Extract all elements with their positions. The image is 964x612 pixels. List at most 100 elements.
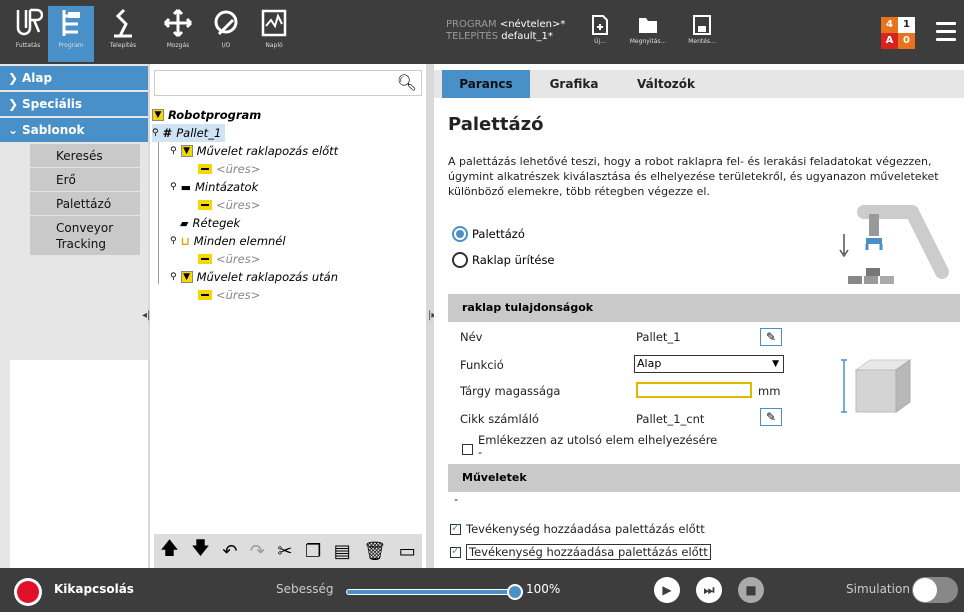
tree-pallet-label: Pallet_1 [176, 126, 222, 140]
tree-node-before[interactable]: ⚲ ▼ Művelet raklapozás előtt [170, 142, 338, 160]
nav-section-templates[interactable]: ⌄ Sablonok [0, 118, 148, 142]
robot-arm-icon [114, 8, 132, 38]
program-tree-panel: 🔍︎ ▼ Robotprogram ⚲ # Pallet_1 ⚲ ▼ Művelet ra… [150, 64, 426, 568]
tree-node-patterns[interactable]: ⚲ ▬ Mintázatok [170, 178, 258, 196]
add-before-checkbox[interactable]: Tevékenység hozzáadása palettázás előtt [450, 521, 705, 536]
paste-icon[interactable]: ▤ [334, 541, 351, 562]
pin-icon: ⚲ [170, 182, 177, 192]
radio-selected-icon [452, 226, 468, 242]
save-label: Mentés... [688, 38, 716, 45]
tab-graphics[interactable]: Grafika [534, 70, 614, 98]
name-label: Név [460, 330, 483, 344]
tab-variables[interactable]: Változók [618, 70, 714, 98]
cut-icon[interactable]: ✂ [278, 541, 293, 562]
speed-slider-track[interactable] [346, 589, 514, 595]
page-title: Palettázó [448, 114, 544, 135]
height-input[interactable] [636, 382, 752, 398]
play-button-icon[interactable]: ▶ [654, 577, 680, 603]
tree-node-root[interactable]: ▼ Robotprogram [152, 106, 261, 124]
add-after-checkbox[interactable]: Tevékenység hozzáadása palettázás előtt [450, 544, 711, 560]
tree-node-empty[interactable]: <üres> [198, 250, 260, 268]
grid-icon: # [162, 126, 173, 140]
status-badge[interactable]: 4 1 A 0 [881, 17, 915, 49]
tree-node-empty[interactable]: <üres> [198, 196, 260, 214]
pin-icon: ⚲ [170, 272, 177, 282]
tree-node-after[interactable]: ⚲ ▼ Művelet raklapozás után [170, 268, 338, 286]
empty-node-icon [198, 254, 212, 264]
tree-after-label: Művelet raklapozás után [196, 270, 338, 284]
copy-icon[interactable]: ❐ [305, 541, 321, 562]
remember-checkbox[interactable]: Emlékezzen az utolsó elem elhelyezésére - [462, 434, 717, 458]
move-down-icon[interactable]: 🡇 [191, 536, 210, 566]
hamburger-menu-icon[interactable] [936, 22, 956, 46]
save-button[interactable]: Mentés... [680, 14, 724, 45]
radio-unselected-icon [452, 252, 468, 268]
tree-patterns-label: Mintázatok [195, 180, 259, 194]
remember-dash: - [478, 445, 483, 459]
power-button-icon[interactable] [14, 578, 42, 606]
nav-item-search[interactable]: Keresés [30, 144, 140, 168]
install-tab-label: Telepítés [109, 42, 137, 49]
function-select[interactable]: Alap ▼ [634, 355, 784, 373]
tree-toolbar: 🡅 🡇 ↶ ↷ ✂ ❐ ▤ 🗑︎ ▭ [154, 534, 422, 568]
chevron-right-icon: ❯ [8, 97, 19, 111]
undo-icon[interactable]: ↶ [222, 541, 237, 562]
nav-item-palletizing[interactable]: Palettázó [30, 192, 140, 216]
nav-item-conveyor-tracking[interactable]: Conveyor Tracking [30, 216, 140, 256]
function-select-value: Alap [637, 357, 662, 370]
simulation-toggle[interactable] [912, 577, 958, 603]
badge-bottom-left: A [881, 33, 898, 49]
tree-node-empty[interactable]: <üres> [198, 160, 260, 178]
search-input[interactable]: 🔍︎ [154, 70, 422, 96]
folder-icon [639, 18, 657, 33]
tree-node-pallet[interactable]: ⚲ # Pallet_1 [152, 124, 226, 142]
add-before-label: Tevékenység hozzáadása palettázás előtt [466, 522, 705, 536]
redo-icon[interactable]: ↷ [250, 541, 265, 562]
stop-button-icon[interactable]: ■ [738, 577, 764, 603]
radio-palletizing-label: Palettázó [472, 227, 525, 241]
log-tab[interactable]: Napló [252, 6, 296, 62]
program-tab[interactable]: Program [48, 6, 94, 62]
edit-name-button[interactable]: ✎ [760, 328, 782, 346]
program-name: <névtelen>* [499, 19, 566, 30]
tab-command[interactable]: Parancs [442, 70, 530, 98]
tree-empty-label: <üres> [216, 198, 261, 212]
nav-item-force[interactable]: Erő [30, 168, 140, 192]
speed-slider-handle[interactable] [507, 584, 523, 600]
radio-palletizing[interactable]: Palettázó [452, 226, 525, 242]
folder-icon: ▬ [180, 180, 191, 194]
collapse-toggle-icon: ▼ [180, 271, 193, 283]
nav-section-basic[interactable]: ❯ Alap [0, 66, 148, 90]
chevron-down-icon: ⌄ [8, 123, 19, 137]
nav-section-advanced[interactable]: ❯ Speciális [0, 92, 148, 116]
top-bar: Futtatás Program Telepítés Mozgás I/O Na… [0, 0, 964, 64]
suppress-icon[interactable]: ▭ [399, 541, 416, 562]
height-unit: mm [758, 384, 781, 398]
tree-node-empty[interactable]: <üres> [198, 286, 260, 304]
run-tab[interactable]: Futtatás [10, 6, 46, 62]
step-button-icon[interactable]: ⏭ [696, 577, 722, 603]
io-tab[interactable]: I/O [204, 6, 248, 62]
move-tab-label: Mozgás [166, 42, 190, 49]
delete-icon[interactable]: 🗑︎ [363, 541, 386, 562]
collapse-toggle-icon: ▼ [152, 109, 164, 121]
height-label: Tárgy magassága [460, 384, 561, 398]
command-panel: Parancs Grafika Változók Palettázó A pal… [434, 64, 964, 568]
edit-counter-button[interactable]: ✎ [760, 408, 782, 426]
move-tab[interactable]: Mozgás [156, 6, 200, 62]
tree-root-label: Robotprogram [168, 108, 262, 122]
speed-value: 100% [526, 582, 561, 596]
save-icon [693, 15, 711, 35]
radio-depalletizing[interactable]: Raklap ürítése [452, 252, 555, 268]
search-icon[interactable]: 🔍︎ [397, 73, 417, 92]
tree-node-layers[interactable]: ▰ Rétegek [180, 214, 240, 232]
log-icon [261, 9, 287, 37]
tree-node-each[interactable]: ⚲ ⊔ Minden elemnél [170, 232, 286, 250]
operations-value: - [454, 492, 459, 506]
move-up-icon[interactable]: 🡅 [160, 536, 179, 566]
open-button[interactable]: Megnyitás... [626, 14, 670, 45]
install-tab[interactable]: Telepítés [98, 6, 148, 62]
new-button[interactable]: Új... [578, 14, 622, 45]
tree-empty-label: <üres> [216, 252, 261, 266]
program-key: PROGRAM [446, 19, 497, 30]
